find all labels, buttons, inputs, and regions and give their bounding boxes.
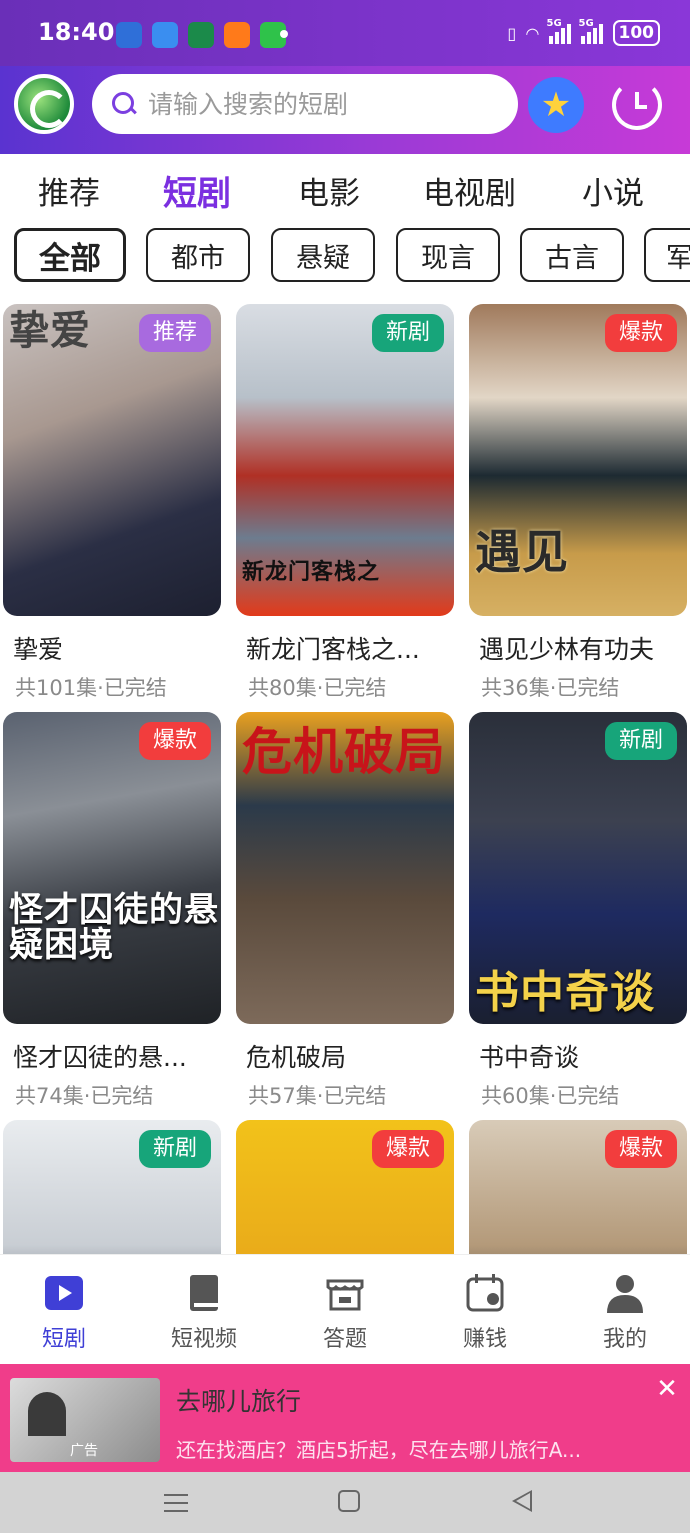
drama-episodes: 共74集·已完结 (15, 1084, 154, 1108)
vibrate-icon: ▯ (507, 23, 517, 43)
search-input[interactable] (148, 89, 488, 119)
nav-label: 答题 (322, 1327, 367, 1352)
poster-title-art: 挚爱 (9, 308, 91, 354)
network-type-label: 5G (578, 18, 594, 29)
search-bar[interactable] (92, 74, 518, 134)
status-time: 18:40 (38, 18, 115, 46)
genre-filter-chips: 全部 都市 悬疑 现言 古言 军 (0, 228, 690, 284)
tab-movie[interactable]: 电影 (298, 168, 360, 213)
nav-label: 赚钱 (462, 1327, 507, 1352)
nav-earn[interactable]: 赚钱 (425, 1255, 545, 1365)
notification-dot (280, 30, 288, 38)
user-icon (607, 1275, 643, 1313)
network-type-label: 5G (546, 18, 562, 29)
system-navigation-bar (0, 1472, 690, 1533)
badge-new: 新剧 (371, 314, 444, 352)
play-icon (45, 1276, 83, 1310)
signal-icon: 5G (579, 18, 603, 44)
drama-poster[interactable]: 爆款 (469, 1120, 687, 1254)
menu-icon[interactable] (164, 1494, 188, 1512)
status-bar: 18:40 ▯ ◠ 5G 5G 100 (0, 0, 690, 66)
drama-title: 书中奇谈 (479, 1043, 580, 1072)
tab-tv-series[interactable]: 电视剧 (423, 168, 516, 213)
search-icon (112, 92, 136, 116)
status-indicators: ▯ ◠ 5G 5G 100 (507, 18, 660, 46)
tab-short-drama[interactable]: 短剧 (163, 166, 231, 215)
drama-poster[interactable]: 危机破局 (236, 712, 454, 1024)
drama-episodes: 共80集·已完结 (248, 676, 387, 700)
nav-short-drama[interactable]: 短剧 (4, 1255, 124, 1365)
drama-title: 遇见少林有功夫 (479, 635, 655, 664)
app-notification-icon (188, 22, 214, 48)
drama-episodes: 共57集·已完结 (248, 1084, 387, 1108)
drama-episodes: 共101集·已完结 (15, 676, 167, 700)
shop-icon (326, 1279, 364, 1311)
drama-title: 危机破局 (246, 1043, 347, 1072)
drama-poster[interactable]: 新剧 (3, 1120, 221, 1254)
badge-recommend: 推荐 (138, 314, 211, 352)
book-icon (190, 1275, 218, 1311)
drama-episodes: 共60集·已完结 (481, 1084, 620, 1108)
bottom-navigation: 短剧 短视频 答题 赚钱 我的 (0, 1254, 690, 1364)
nav-label: 短剧 (41, 1327, 86, 1352)
ad-thumbnail[interactable]: 广告 (10, 1378, 160, 1462)
poster-title-art: 怪才囚徒的悬疑困境 (9, 889, 219, 966)
drama-poster[interactable]: 遇见 爆款 (469, 304, 687, 616)
chip-all[interactable]: 全部 (14, 228, 126, 282)
chip-modern-romance[interactable]: 现言 (396, 228, 500, 282)
chip-urban[interactable]: 都市 (146, 228, 250, 282)
app-notification-icon (152, 22, 178, 48)
ad-description: 还在找酒店？酒店5折起，尽在去哪儿旅行A... (176, 1438, 582, 1462)
tab-recommend[interactable]: 推荐 (38, 168, 100, 213)
history-clock-button[interactable] (612, 80, 662, 130)
category-tabs: 推荐 短剧 电影 电视剧 小说 (0, 158, 690, 228)
chip-military[interactable]: 军 (644, 228, 690, 282)
close-icon[interactable]: ✕ (654, 1376, 680, 1402)
poster-title-art: 书中奇谈 (475, 966, 655, 1018)
status-app-icons (116, 22, 286, 48)
badge-hot: 爆款 (604, 1130, 677, 1168)
app-logo[interactable] (14, 74, 74, 134)
tab-novel[interactable]: 小说 (582, 168, 644, 213)
chip-suspense[interactable]: 悬疑 (271, 228, 375, 282)
drama-poster[interactable]: 爆款 (236, 1120, 454, 1254)
badge-new: 新剧 (138, 1130, 211, 1168)
drama-poster[interactable]: 新龙门客栈之 新剧 (236, 304, 454, 616)
drama-title: 新龙门客栈之... (246, 635, 420, 664)
ad-banner[interactable]: 广告 去哪儿旅行 还在找酒店？酒店5折起，尽在去哪儿旅行A... ✕ (0, 1364, 690, 1472)
badge-hot: 爆款 (371, 1130, 444, 1168)
app-notification-icon (224, 22, 250, 48)
drama-poster[interactable]: 挚爱 推荐 (3, 304, 221, 616)
ad-title: 去哪儿旅行 (176, 1387, 302, 1416)
drama-grid: 挚爱 推荐 挚爱 共101集·已完结 新龙门客栈之 新剧 新龙门客栈之... 共… (0, 304, 690, 1254)
favorites-star-button[interactable]: ★ (528, 77, 584, 133)
badge-hot: 爆款 (138, 722, 211, 760)
nav-short-video[interactable]: 短视频 (144, 1255, 264, 1365)
nav-quiz[interactable]: 答题 (285, 1255, 405, 1365)
nav-mine[interactable]: 我的 (565, 1255, 685, 1365)
wifi-icon: ◠ (526, 23, 539, 43)
poster-title-art: 危机破局 (242, 723, 446, 781)
nav-label: 短视频 (170, 1327, 237, 1352)
battery-icon: 100 (612, 20, 660, 46)
back-icon[interactable] (512, 1490, 532, 1512)
drama-title: 怪才囚徒的悬... (13, 1043, 187, 1072)
badge-new: 新剧 (604, 722, 677, 760)
drama-episodes: 共36集·已完结 (481, 676, 620, 700)
home-icon[interactable] (338, 1490, 360, 1512)
poster-title-art: 遇见 (475, 524, 569, 579)
drama-poster[interactable]: 书中奇谈 新剧 (469, 712, 687, 1024)
app-notification-icon (116, 22, 142, 48)
calendar-icon (466, 1274, 504, 1312)
badge-hot: 爆款 (604, 314, 677, 352)
top-bar: ★ (0, 66, 690, 154)
drama-title: 挚爱 (13, 635, 64, 664)
chip-ancient-romance[interactable]: 古言 (520, 228, 624, 282)
signal-icon: 5G (547, 18, 571, 44)
poster-title-art: 新龙门客栈之 (242, 559, 381, 585)
drama-poster[interactable]: 怪才囚徒的悬疑困境 爆款 (3, 712, 221, 1024)
ad-label: 广告 (70, 1443, 98, 1459)
nav-label: 我的 (602, 1327, 647, 1352)
